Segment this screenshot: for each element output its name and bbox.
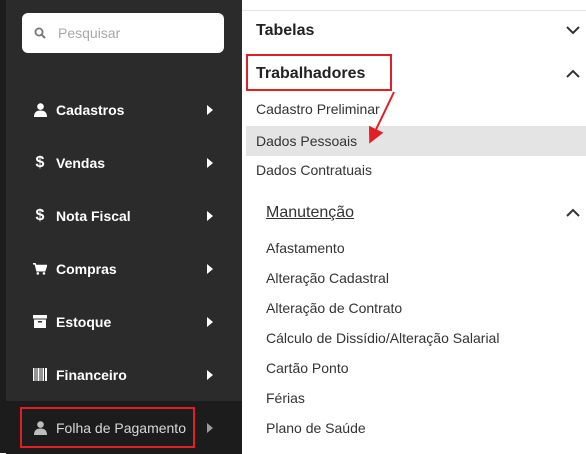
search-input[interactable] — [56, 24, 210, 42]
chevron-up-icon[interactable] — [566, 208, 580, 217]
sidebar-item-financeiro[interactable]: Financeiro — [6, 348, 242, 401]
menu-item-calculo-de-dissidio[interactable]: Cálculo de Dissídio/Alteração Salarial — [266, 330, 499, 346]
menu-item-dados-pessoais[interactable]: Dados Pessoais — [246, 126, 586, 156]
sidebar-item-label: Estoque — [56, 313, 112, 330]
chevron-right-icon — [207, 263, 213, 274]
sidebar-item-nota-fiscal[interactable]: $ Nota Fiscal — [6, 189, 242, 242]
menu-item-ferias[interactable]: Férias — [266, 390, 305, 406]
cart-icon — [33, 261, 47, 277]
sidebar: Cadastros $ Vendas $ Nota Fiscal Compras… — [0, 0, 242, 454]
sidebar-item-label: Vendas — [56, 154, 106, 171]
menu-item-alteracao-de-contrato[interactable]: Alteração de Contrato — [266, 300, 402, 316]
chevron-right-icon — [207, 210, 213, 221]
sidebar-item-estoque[interactable]: Estoque — [6, 295, 242, 348]
sidebar-item-compras[interactable]: Compras — [6, 242, 242, 295]
chevron-right-icon — [207, 157, 213, 168]
search-box[interactable] — [22, 13, 224, 53]
chevron-right-icon — [207, 316, 213, 327]
highlight-box — [20, 407, 195, 448]
sidebar-item-vendas[interactable]: $ Vendas — [6, 136, 242, 189]
barcode-icon — [33, 367, 47, 383]
dollar-icon: $ — [35, 153, 45, 171]
menu-item-dados-contratuais[interactable]: Dados Contratuais — [256, 162, 372, 178]
sidebar-item-label: Cadastros — [56, 101, 125, 118]
divider — [242, 10, 586, 11]
chevron-right-icon — [207, 104, 213, 115]
section-manutencao[interactable]: Manutenção — [266, 204, 354, 222]
menu-item-cartao-ponto[interactable]: Cartão Ponto — [266, 360, 349, 376]
dollar-icon: $ — [35, 206, 45, 224]
sidebar-item-cadastros[interactable]: Cadastros — [6, 83, 242, 136]
menu-item-alteracao-cadastral[interactable]: Alteração Cadastral — [266, 270, 389, 286]
chevron-right-icon — [207, 369, 213, 380]
menu-item-afastamento[interactable]: Afastamento — [266, 240, 345, 256]
menu-item-plano-de-saude[interactable]: Plano de Saúde — [266, 420, 366, 436]
sidebar-item-label: Financeiro — [56, 366, 127, 383]
menu-item-cadastro-preliminar[interactable]: Cadastro Preliminar — [256, 101, 380, 117]
sidebar-item-label: Compras — [56, 260, 117, 277]
highlight-box — [246, 54, 392, 91]
search-icon — [34, 27, 46, 39]
box-icon — [33, 314, 47, 330]
chevron-down-icon[interactable] — [566, 26, 580, 35]
section-tabelas[interactable]: Tabelas — [256, 22, 314, 40]
chevron-up-icon[interactable] — [566, 69, 580, 78]
chevron-right-icon — [207, 422, 213, 433]
sidebar-item-label: Nota Fiscal — [56, 207, 131, 224]
user-icon — [33, 102, 47, 118]
